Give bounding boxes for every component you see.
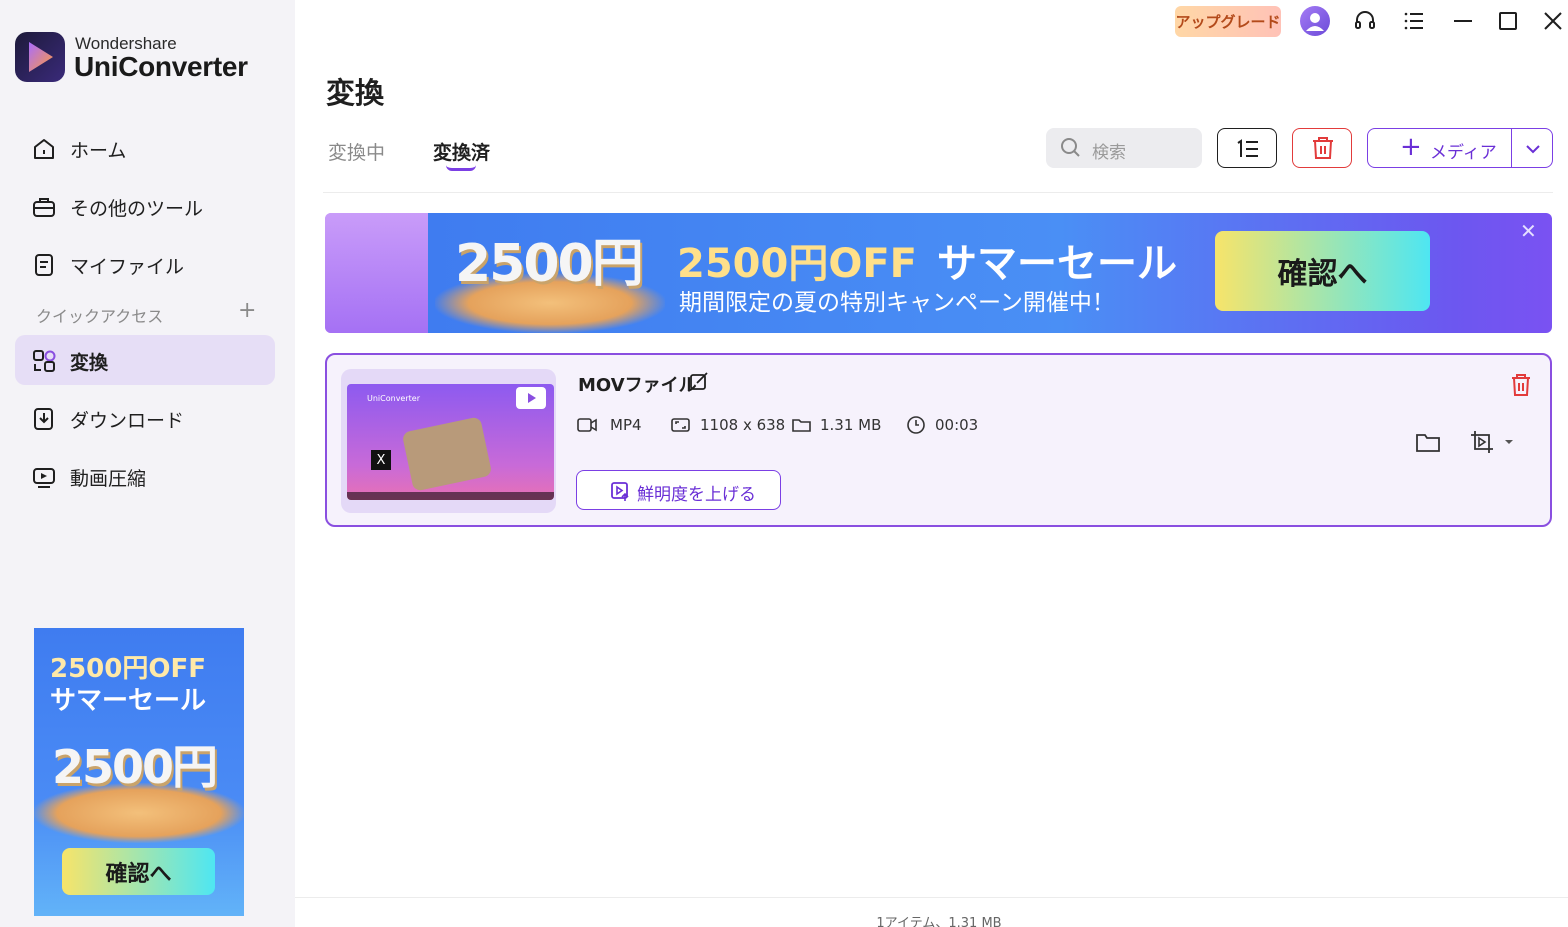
banner-cta-button[interactable]: 確認へ [1215,231,1430,311]
sidebar-item-label: 動画圧縮 [70,468,147,490]
search-icon [1061,138,1080,157]
enhance-icon [611,482,629,501]
home-icon [34,139,54,159]
banner-close-icon[interactable]: ✕ [1520,219,1537,243]
sidebar-item-label: 変換 [70,352,109,374]
thumbnail-food-image [401,416,493,492]
page-title: 変換 [326,76,385,110]
delete-all-button[interactable] [1292,128,1352,168]
quick-access-add-button[interactable]: + [238,300,256,322]
quick-access-label: クイックアクセス [36,307,164,326]
thumbnail-player-bar [347,492,554,500]
open-folder-icon[interactable] [1415,430,1441,454]
status-bar-summary: 1アイテム、1.31 MB [876,916,1002,927]
sidebar-item-label: マイファイル [70,256,185,278]
sort-list-icon [1237,139,1258,157]
avatar-icon[interactable] [1300,6,1330,36]
resolution-icon [671,418,690,432]
promo-big-price: 2500円 [52,740,218,794]
upgrade-button[interactable]: アップグレード [1175,6,1281,37]
clock-icon [907,416,925,434]
maximize-icon[interactable] [1495,8,1521,34]
file-format: MP4 [610,416,642,434]
add-media-label: メディア [1430,143,1497,163]
sidebar-item-myfiles[interactable]: マイファイル [15,239,275,289]
sidebar: Wondershare UniConverter ホーム その他のツール マイフ… [0,0,295,927]
sidebar-item-tools[interactable]: その他のツール [15,181,275,231]
promo-cta-button[interactable]: 確認へ [62,848,215,895]
video-format-icon [577,418,597,432]
banner-left-strip [325,213,428,333]
active-tab-indicator [446,165,476,171]
promo-banner[interactable]: 2500円 2500円OFF サマーセール 期間限定の夏の特別キャンペーン開催中！… [325,213,1552,333]
play-icon[interactable] [516,387,546,409]
sidebar-item-convert[interactable]: 変換 [15,335,275,385]
file-resolution: 1108 x 638 [700,416,786,434]
toolbox-icon [33,198,55,217]
promo-line2: サマーセール [50,686,207,716]
file-size: 1.31 MB [820,416,882,434]
sort-button[interactable] [1217,128,1277,168]
plus-icon: + [1400,132,1422,162]
add-media-button[interactable]: + メディア [1367,128,1512,168]
status-divider [295,897,1568,898]
header-divider [323,192,1553,193]
compress-icon [33,468,55,488]
tab-converted[interactable]: 変換済 [433,138,490,165]
delete-file-icon[interactable] [1509,372,1533,398]
file-icon [35,254,53,276]
search-placeholder: 検索 [1092,143,1126,163]
brand-main: UniConverter [74,51,248,82]
enhance-clarity-button[interactable]: 鮮明度を上げる [576,470,781,510]
banner-big-price: 2500円 [455,234,644,294]
add-media-dropdown-button[interactable] [1511,128,1553,168]
edit-video-dropdown-icon[interactable] [1469,429,1519,455]
trash-icon [1313,137,1333,159]
convert-icon [33,350,56,372]
sidebar-promo-banner[interactable]: 2500円OFF サマーセール 2500円 確認へ [34,628,244,916]
folder-size-icon [792,419,811,432]
uniconverter-logo-icon [15,32,65,82]
thumbnail-title: UniConverter [367,394,420,403]
banner-headline-a: 2500円OFF [677,241,917,287]
tab-converting[interactable]: 変換中 [328,138,385,165]
download-icon [34,408,53,430]
minimize-icon[interactable] [1450,8,1476,34]
app-logo: Wondershare UniConverter [15,32,275,84]
banner-headline: 2500円OFF サマーセール [677,231,1177,289]
file-name: MOVファイル [578,375,697,396]
close-icon[interactable] [1540,8,1566,34]
enhance-label: 鮮明度を上げる [637,485,756,505]
chevron-down-icon [1526,145,1540,154]
banner-subline: 期間限定の夏の特別キャンペーン開催中！ [679,290,1115,316]
sidebar-item-label: ダウンロード [70,410,185,432]
banner-headline-b: サマーセール [936,241,1177,287]
menu-icon[interactable] [1401,8,1427,34]
headset-icon[interactable] [1352,8,1378,34]
x-logo-icon: X [371,450,391,470]
sidebar-item-label: その他のツール [70,198,204,220]
sidebar-item-compress[interactable]: 動画圧縮 [15,451,275,501]
edit-name-icon[interactable] [688,370,710,392]
search-input[interactable]: 検索 [1046,128,1202,168]
sidebar-item-label: ホーム [70,140,127,162]
sidebar-item-home[interactable]: ホーム [15,123,275,173]
file-duration: 00:03 [935,416,979,434]
file-card[interactable]: UniConverter X MOVファイル MP4 1108 x 638 1.… [325,353,1552,527]
sidebar-item-download[interactable]: ダウンロード [15,393,275,443]
